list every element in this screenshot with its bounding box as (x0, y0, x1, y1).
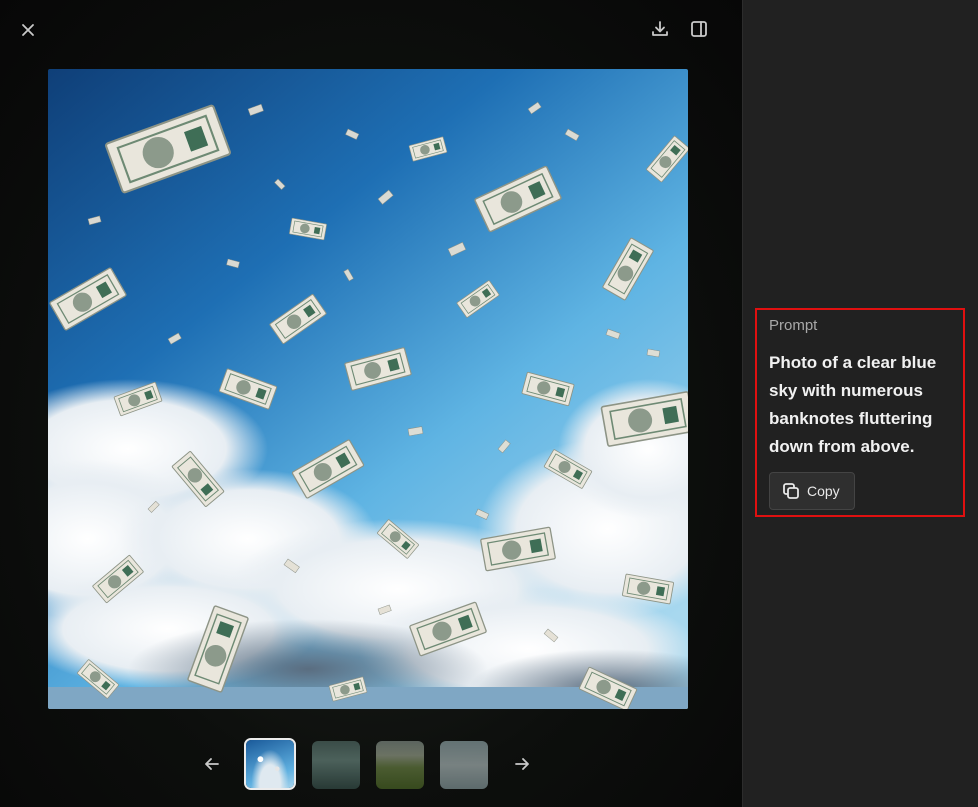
close-button[interactable] (14, 16, 42, 44)
thumbnail-image (376, 741, 424, 789)
thumbnail-4[interactable] (440, 741, 488, 789)
thumbnail-image (312, 741, 360, 789)
thumbnail-carousel (0, 738, 742, 792)
thumbnail-1[interactable] (244, 738, 296, 790)
copy-icon (783, 483, 799, 499)
thumbnail-image (246, 740, 294, 788)
arrow-right-icon (515, 758, 529, 770)
sidebar-toggle-button[interactable] (685, 15, 713, 43)
copy-button[interactable]: Copy (769, 472, 855, 510)
copy-label: Copy (807, 483, 840, 499)
sidebar-toggle-icon (691, 21, 707, 37)
arrow-left-icon (205, 758, 219, 770)
thumbnail-image (440, 741, 488, 789)
prompt-text: Photo of a clear blue sky with numerous … (769, 353, 937, 456)
prompt-label: Prompt (769, 317, 818, 334)
thumbnail-2[interactable] (312, 741, 360, 789)
next-image-button[interactable] (508, 750, 536, 778)
generated-image (48, 69, 688, 709)
previous-image-button[interactable] (198, 750, 226, 778)
download-icon (652, 21, 668, 36)
prompt-panel: Prompt Photo of a clear blue sky with nu… (755, 308, 965, 517)
money-sky-image (48, 69, 688, 709)
image-viewer (0, 0, 742, 807)
close-icon (22, 24, 34, 36)
thumbnail-3[interactable] (376, 741, 424, 789)
download-button[interactable] (646, 15, 674, 43)
